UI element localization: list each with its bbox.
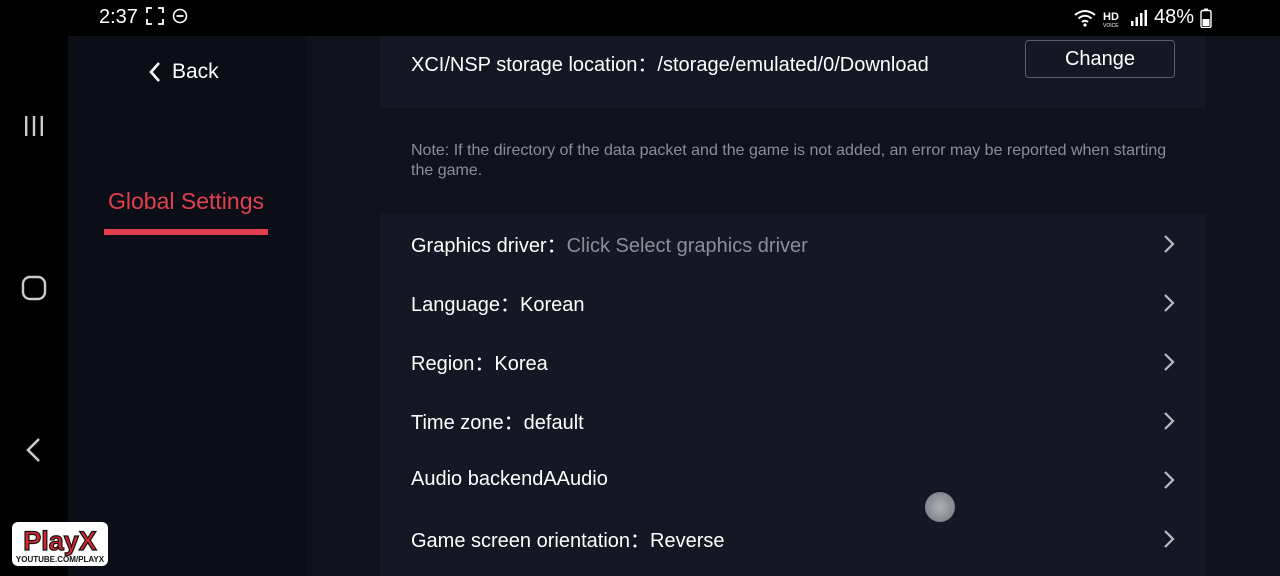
settings-content: XCI/NSP storage location：/storage/emulat… <box>306 36 1280 576</box>
status-time: 2:37 <box>99 6 138 28</box>
svg-text:PlayX: PlayX <box>23 526 97 556</box>
setting-value: default <box>523 412 584 434</box>
setting-label: Time zone： <box>411 412 524 434</box>
recent-apps-icon <box>25 116 43 136</box>
setting-row-graphics-driver[interactable]: Graphics driver：Click Select graphics dr… <box>380 214 1206 273</box>
battery-percentage: 48% <box>1153 6 1194 28</box>
recent-apps-button[interactable] <box>14 106 54 146</box>
home-button[interactable] <box>14 268 54 308</box>
change-storage-button[interactable]: Change <box>1025 40 1175 78</box>
chevron-right-icon <box>1161 529 1177 549</box>
setting-row-time-zone[interactable]: Time zone：default <box>380 391 1206 450</box>
chevron-right-icon <box>1161 352 1177 372</box>
setting-label: Region： <box>411 353 495 375</box>
signal-icon <box>1130 9 1147 26</box>
home-icon <box>21 275 47 301</box>
status-bar: 2:37 HD VOICE 48% <box>68 0 1280 36</box>
touch-indicator <box>925 492 955 522</box>
storage-location-path: /storage/emulated/0/Download <box>657 54 929 76</box>
setting-value: Korea <box>494 353 548 375</box>
setting-value: Click Select graphics driver <box>566 235 808 257</box>
system-back-button[interactable] <box>14 430 54 470</box>
setting-row-audio-backend[interactable]: Audio backendAAudio <box>380 450 1206 509</box>
storage-location-label: XCI/NSP storage location： <box>411 54 658 76</box>
setting-row-region[interactable]: Region：Korea <box>380 332 1206 391</box>
setting-value: Korean <box>519 294 585 316</box>
hd-voice-icon: HD VOICE <box>1103 11 1119 28</box>
wifi-icon <box>1074 9 1096 27</box>
chevron-right-icon <box>1161 411 1177 431</box>
back-icon <box>26 438 40 462</box>
active-tab-indicator <box>104 229 268 235</box>
playx-logo: PlayX YOUTUBE.COM/PLAYX <box>12 522 108 566</box>
chevron-left-icon <box>149 62 160 82</box>
svg-text:VOICE: VOICE <box>1103 23 1119 28</box>
setting-value: Reverse <box>650 530 725 552</box>
battery-icon <box>1200 8 1212 28</box>
storage-location-card: XCI/NSP storage location：/storage/emulat… <box>380 36 1206 108</box>
svg-text:HD: HD <box>1103 11 1119 23</box>
setting-row-screen-orientation[interactable]: Game screen orientation：Reverse <box>380 509 1206 568</box>
storage-location-text: XCI/NSP storage location：/storage/emulat… <box>411 48 929 77</box>
screenshot-frame-icon <box>146 7 164 25</box>
sidebar-item-global-settings[interactable]: Global Settings <box>104 188 268 235</box>
chevron-right-icon <box>1161 293 1177 313</box>
system-navigation-bar <box>0 0 68 576</box>
chevron-right-icon <box>1161 470 1177 490</box>
settings-sidebar: Back Global Settings <box>68 36 306 576</box>
setting-label: Language： <box>411 294 520 316</box>
do-not-disturb-icon <box>172 8 188 24</box>
setting-row-language[interactable]: Language：Korean <box>380 273 1206 332</box>
sidebar-item-label: Global Settings <box>108 188 264 214</box>
settings-list: Graphics driver：Click Select graphics dr… <box>380 214 1206 576</box>
chevron-right-icon <box>1161 234 1177 254</box>
svg-text:YOUTUBE.COM/PLAYX: YOUTUBE.COM/PLAYX <box>16 555 105 564</box>
back-button[interactable]: Back <box>148 60 219 84</box>
setting-value: AAudio <box>543 468 608 490</box>
setting-label: Game screen orientation： <box>411 530 651 552</box>
setting-label: Audio backend <box>411 468 544 490</box>
storage-note: Note: If the directory of the data packe… <box>411 142 1167 179</box>
setting-label: Graphics driver： <box>411 235 567 257</box>
back-label: Back <box>172 60 219 83</box>
